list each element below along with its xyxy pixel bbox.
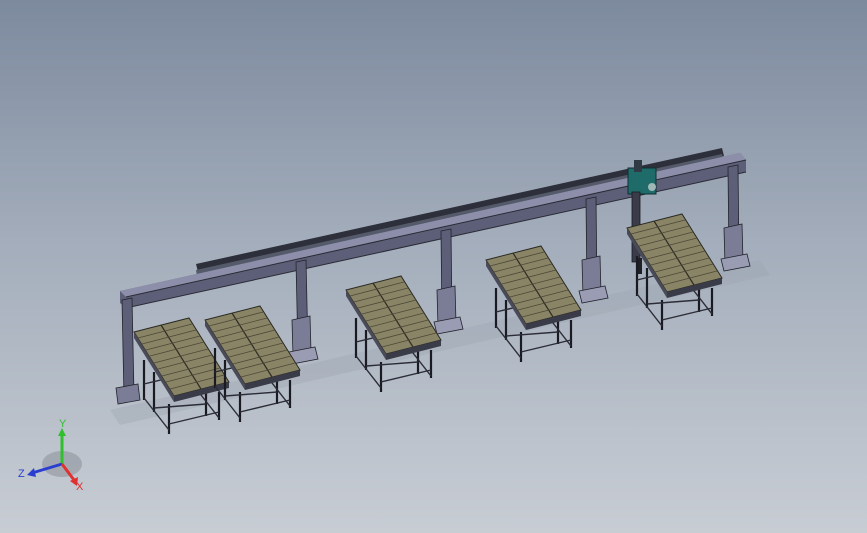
view-orientation-triad[interactable]: Y Z X xyxy=(14,418,94,498)
cad-viewport[interactable]: Y Z X xyxy=(0,0,867,533)
roller-conveyor xyxy=(344,274,443,394)
z-axis-arrowhead xyxy=(27,468,36,477)
x-axis-label: X xyxy=(76,481,84,493)
gantry-column xyxy=(288,259,319,365)
gantry-assembly-model[interactable] xyxy=(0,0,867,533)
gantry-column xyxy=(433,228,464,335)
gantry-column xyxy=(720,164,751,272)
y-axis-label: Y xyxy=(59,418,67,430)
roller-conveyor xyxy=(484,244,583,364)
gantry-column xyxy=(115,297,141,405)
z-axis-label: Z xyxy=(18,468,25,480)
gantry-column xyxy=(578,196,609,304)
